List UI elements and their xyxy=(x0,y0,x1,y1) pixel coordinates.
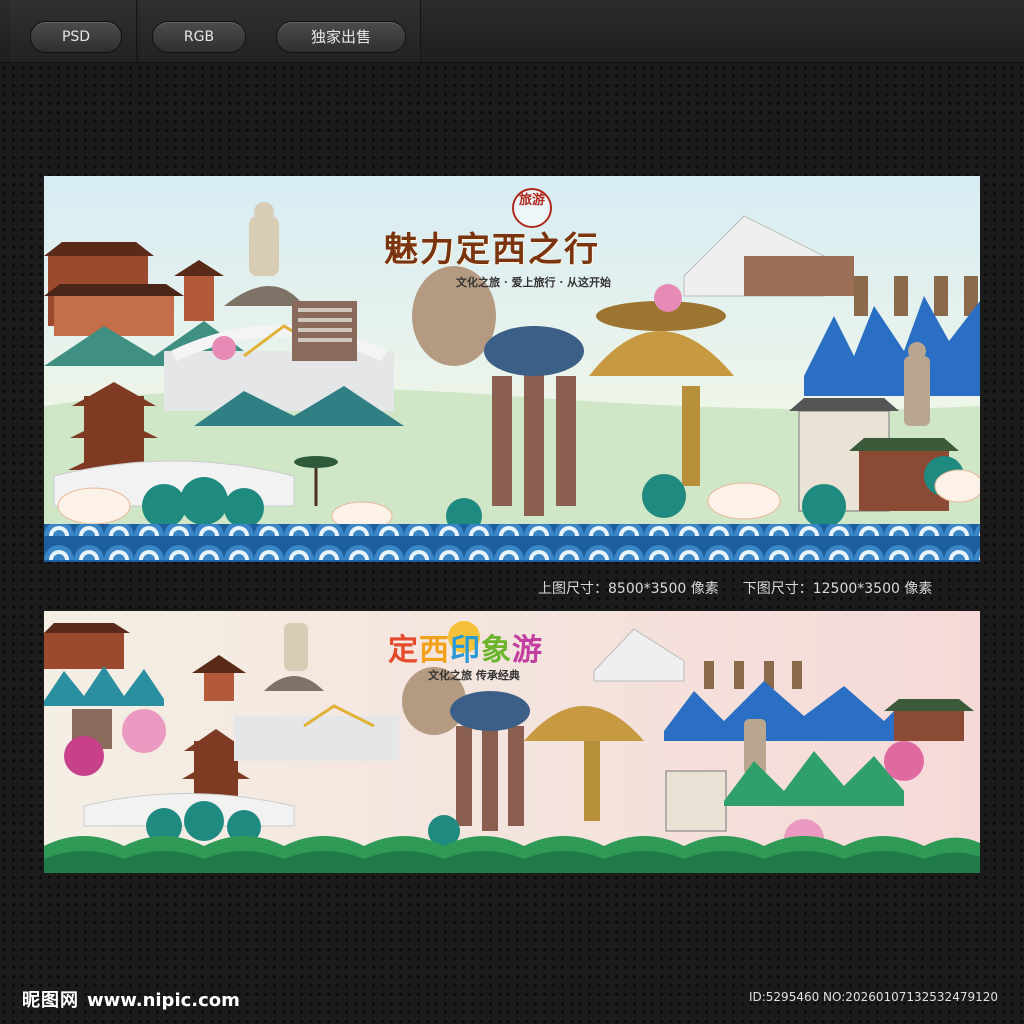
logo-url: www.nipic.com xyxy=(87,990,240,1011)
poster-preview-top[interactable]: 旅游 魅力定西之行 文化之旅 · 爱上旅行 · 从这开始 xyxy=(44,176,980,562)
logo-text: 昵图网 xyxy=(22,990,79,1011)
size-info: 上图尺寸：8500*3500 像素 下图尺寸：12500*3500 像素 xyxy=(538,578,932,598)
title-char: 游 xyxy=(512,633,543,668)
poster-preview-bottom[interactable]: 定西印象游 文化之旅 传承经典 xyxy=(44,611,980,873)
site-logo[interactable]: 昵图网 www.nipic.com xyxy=(22,986,240,1012)
title-char: 定 xyxy=(388,633,419,668)
poster-top-title: 魅力定西之行 xyxy=(384,230,600,270)
top-size-label: 上图尺寸：8500*3500 像素 xyxy=(538,581,719,597)
footer: 昵图网 www.nipic.com ID:5295460 NO:202601071… xyxy=(0,976,1024,1024)
exclusive-sale-button[interactable]: 独家出售 xyxy=(276,21,406,53)
title-char: 印 xyxy=(450,633,481,668)
bottom-size-label: 下图尺寸：12500*3500 像素 xyxy=(742,581,933,597)
poster-top-subtitle: 文化之旅 · 爱上旅行 · 从这开始 xyxy=(456,276,611,289)
poster-bottom-title: 定西印象游 xyxy=(388,625,543,669)
poster-bottom-subtitle: 文化之旅 传承经典 xyxy=(428,669,520,682)
title-char: 象 xyxy=(481,633,512,668)
title-char: 西 xyxy=(419,633,450,668)
psd-format-button[interactable]: PSD xyxy=(30,21,122,53)
image-id-label: ID:5295460 NO:20260107132532479120 xyxy=(748,990,998,1004)
rgb-mode-button[interactable]: RGB xyxy=(152,21,246,53)
top-toolbar: PSD RGB 独家出售 xyxy=(0,0,1024,63)
